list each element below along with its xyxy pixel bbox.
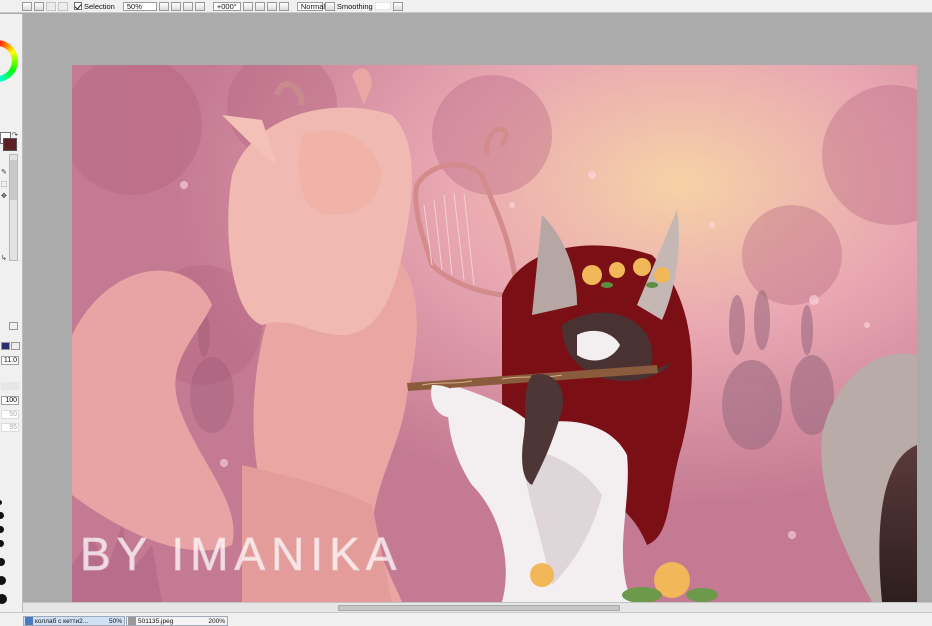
scrollbar-thumb[interactable] (338, 605, 620, 611)
document-tab-bar: коллаб с кетти2... 50% 501135.jpeg 200% (0, 612, 932, 626)
smoothing-label: Smoothing (336, 1, 373, 11)
brush-preset-dot[interactable] (0, 512, 4, 519)
watermark-text: BY IMANIKA (80, 528, 402, 580)
zoom-in-button[interactable] (170, 1, 181, 11)
brush-preset-dot[interactable] (0, 558, 5, 566)
document-icon (128, 617, 136, 625)
brush-option-button[interactable] (11, 342, 20, 350)
swap-colors-icon[interactable]: ↷ (12, 131, 18, 139)
zoom-out-button[interactable] (158, 1, 169, 11)
tool-panel: ↷ ✎ ⬚ ✥ ↳ 11.0 100 50 95 (0, 14, 23, 612)
arrow-icon[interactable]: ↳ (1, 254, 7, 262)
brush-preset-dot[interactable] (0, 576, 6, 585)
blend-mode-select[interactable]: Normal (296, 1, 325, 11)
density-field[interactable]: 100 (1, 396, 19, 405)
brush-preset-dot[interactable] (0, 526, 4, 533)
flip-button[interactable] (278, 1, 289, 11)
artwork: BY IMANIKA (72, 65, 917, 602)
tab-zoom: 200% (208, 617, 225, 625)
checkbox-checked-icon[interactable] (74, 2, 82, 10)
scrollbar-thumb[interactable] (10, 160, 17, 200)
document-icon (25, 617, 33, 625)
select-all-button[interactable] (22, 1, 32, 11)
panel-toggle-button[interactable] (9, 322, 18, 330)
brush-icon[interactable]: ✎ (1, 168, 7, 176)
tab-name: 501135.jpeg (138, 617, 174, 625)
brush-preset-dot[interactable] (0, 540, 4, 547)
top-toolbar: Selection 50% +000° Normal Smoothing (0, 0, 932, 13)
smoothing-select[interactable] (374, 2, 391, 10)
rotate-left-button[interactable] (242, 1, 253, 11)
tool-list-scrollbar[interactable] (9, 154, 18, 261)
deselect-button[interactable] (34, 1, 44, 11)
rotate-reset-button[interactable] (266, 1, 277, 11)
selection-label: Selection (84, 1, 115, 11)
brush-shape-button[interactable] (1, 342, 10, 350)
show-selection-button[interactable] (58, 1, 68, 11)
invert-selection-button[interactable] (46, 1, 56, 11)
foreground-color-swatch[interactable] (3, 138, 17, 151)
brush-size-field[interactable]: 11.0 (1, 356, 19, 365)
tab-zoom: 50% (108, 617, 122, 625)
option-field-1[interactable]: 50 (1, 410, 19, 419)
rotation-select[interactable]: +000° (212, 1, 241, 11)
zoom-reset-button[interactable] (182, 1, 193, 11)
brush-preset-dot[interactable] (0, 594, 7, 604)
select-tool-icon[interactable]: ⬚ (1, 180, 8, 188)
move-tool-icon[interactable]: ✥ (1, 192, 7, 200)
stabilizer-button[interactable] (324, 1, 335, 11)
drawing-canvas[interactable]: BY IMANIKA (72, 65, 917, 602)
zoom-select[interactable]: 50% (122, 1, 157, 11)
smoothing-dropdown-button[interactable] (392, 1, 403, 11)
option-field-2[interactable]: 95 (1, 423, 19, 432)
color-wheel[interactable] (0, 40, 18, 82)
selection-checkbox[interactable]: Selection (74, 2, 115, 11)
size-slider[interactable] (1, 382, 19, 390)
tab-name: коллаб с кетти2... (35, 617, 89, 625)
brush-preset-dot[interactable] (0, 500, 2, 505)
rotate-right-button[interactable] (254, 1, 265, 11)
zoom-fit-button[interactable] (194, 1, 205, 11)
